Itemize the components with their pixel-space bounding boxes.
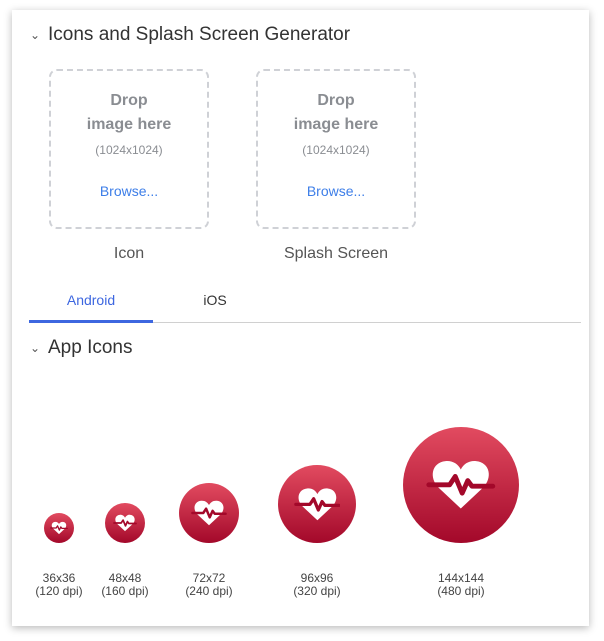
chevron-down-icon[interactable]: ⌄ bbox=[30, 341, 48, 355]
icon-size-caption: 144x144 (480 dpi) bbox=[411, 572, 511, 598]
icon-drop-label: Icon bbox=[113, 245, 145, 262]
splash-drop-label: Splash Screen bbox=[283, 245, 389, 262]
icon-dpi-label: (320 dpi) bbox=[293, 584, 341, 598]
drop-text: Drop bbox=[110, 92, 148, 109]
drop-text-2: image here bbox=[293, 116, 379, 133]
size-hint: (1024x1024) bbox=[95, 143, 163, 157]
tab-ios[interactable]: iOS bbox=[153, 288, 277, 320]
app-icon-preview bbox=[44, 513, 74, 543]
size-hint: (1024x1024) bbox=[302, 143, 370, 157]
app-icon-preview bbox=[105, 503, 145, 543]
generator-panel: ⌄ Icons and Splash Screen Generator Drop… bbox=[12, 10, 589, 626]
section-title: Icons and Splash Screen Generator bbox=[48, 24, 351, 45]
heart-pulse-icon bbox=[278, 465, 356, 543]
heart-pulse-icon bbox=[403, 427, 519, 543]
icon-drop-zone[interactable]: Drop image here (1024x1024) Browse... bbox=[49, 69, 209, 229]
chevron-down-icon[interactable]: ⌄ bbox=[30, 28, 48, 42]
icon-dpi-label: (480 dpi) bbox=[437, 584, 485, 598]
tab-android[interactable]: Android bbox=[29, 288, 153, 323]
drop-text-2: image here bbox=[86, 116, 172, 133]
app-icon-preview bbox=[278, 465, 356, 543]
app-icon-preview bbox=[179, 483, 239, 543]
platform-tabs: Android iOS bbox=[29, 288, 581, 323]
heart-pulse-icon bbox=[44, 513, 74, 543]
icon-size-caption: 72x72 (240 dpi) bbox=[159, 572, 259, 598]
heart-pulse-icon bbox=[179, 483, 239, 543]
icon-size-caption: 96x96 (320 dpi) bbox=[267, 572, 367, 598]
generator-section-header[interactable]: ⌄ Icons and Splash Screen Generator bbox=[30, 24, 350, 46]
app-icons-section-header[interactable]: ⌄ App Icons bbox=[30, 337, 133, 359]
app-icon-preview bbox=[403, 427, 519, 543]
splash-drop-zone[interactable]: Drop image here (1024x1024) Browse... bbox=[256, 69, 416, 229]
heart-pulse-icon bbox=[105, 503, 145, 543]
browse-link[interactable]: Browse... bbox=[51, 183, 207, 199]
section-title: App Icons bbox=[48, 337, 133, 358]
icon-dpi-label: (240 dpi) bbox=[185, 584, 233, 598]
browse-link[interactable]: Browse... bbox=[258, 183, 414, 199]
drop-text: Drop bbox=[317, 92, 355, 109]
